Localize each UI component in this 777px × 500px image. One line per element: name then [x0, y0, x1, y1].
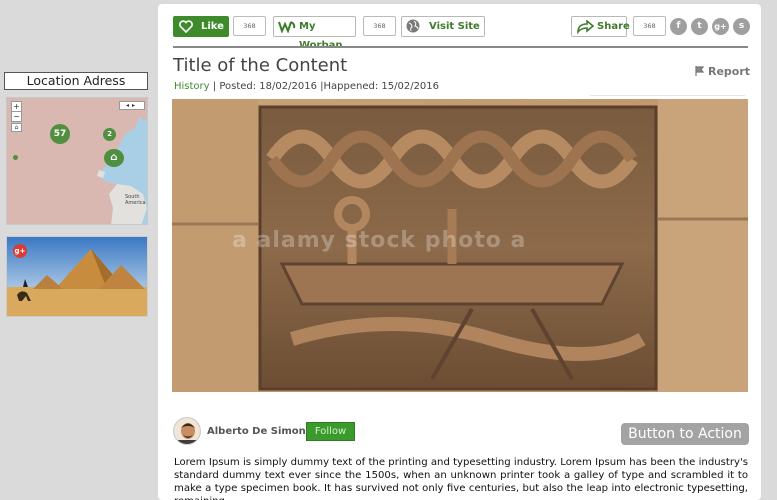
category-link[interactable]: History [174, 81, 210, 92]
worban-count: 368 [363, 16, 396, 36]
hero-image[interactable]: a alamy stock photo a [172, 99, 748, 392]
map-nav-arrows[interactable]: ◂▸ [119, 101, 145, 110]
author-name[interactable]: Alberto De Simone [207, 426, 313, 437]
like-button[interactable]: Like [173, 16, 229, 37]
twitter-icon[interactable]: t [691, 18, 708, 35]
stock-watermark: a alamy stock photo a [232, 228, 527, 253]
map-cluster-marker[interactable]: 2 [103, 128, 116, 141]
follow-button[interactable]: Follow [306, 422, 355, 441]
content-card: Like 368 My Worban 368 Visit Site Share … [158, 4, 761, 500]
toolbar-divider [173, 46, 748, 48]
map-selected-marker[interactable]: ⌂ [104, 149, 124, 167]
heart-icon [179, 20, 193, 40]
worban-label: My Worban [299, 21, 343, 51]
content-meta: History | Posted: 18/02/2016 |Happened: … [174, 81, 439, 92]
like-count: 368 [233, 16, 266, 36]
like-label: Like [201, 21, 224, 32]
map-region-label: South America [125, 194, 146, 206]
my-worban-button[interactable]: My Worban [273, 16, 356, 51]
location-map[interactable]: + − ⌂ ◂▸ 57 2 ⌂ South America [6, 97, 148, 225]
body-text: Lorem Ipsum is simply dummy text of the … [174, 457, 748, 500]
map-home-icon[interactable]: ⌂ [11, 123, 22, 132]
share-count: 368 [633, 16, 666, 36]
content-title: Title of the Content [173, 55, 348, 76]
google-plus-icon[interactable]: g+ [712, 18, 729, 35]
zoom-out-button[interactable]: − [12, 111, 21, 121]
share-icon [576, 19, 595, 41]
location-address-label: Location Adress [4, 72, 148, 90]
call-to-action-button[interactable]: Button to Action [621, 423, 749, 445]
location-photo[interactable]: g+ [6, 236, 148, 317]
pyramids-image [7, 237, 147, 316]
author-avatar[interactable] [173, 417, 201, 445]
posted-date: Posted: 18/02/2016 [219, 81, 317, 92]
action-toolbar: Like 368 My Worban 368 Visit Site Share … [173, 16, 750, 51]
share-label: Share [597, 21, 630, 32]
worban-icon [278, 20, 296, 40]
map-zoom-control[interactable]: + − [11, 101, 22, 122]
visit-site-label: Visit Site [429, 21, 480, 32]
map-pin-icon[interactable] [13, 155, 18, 160]
author-bar: Alberto De Simone Follow Button to Actio… [173, 417, 749, 447]
share-button[interactable]: Share [571, 16, 630, 37]
report-label: Report [708, 65, 751, 78]
report-button[interactable]: Report [696, 65, 750, 78]
meta-divider [590, 95, 745, 96]
facebook-icon[interactable]: f [670, 18, 687, 35]
map-cluster-marker[interactable]: 57 [50, 124, 70, 144]
zoom-in-button[interactable]: + [12, 102, 21, 111]
visit-site-button[interactable]: Visit Site [401, 16, 485, 37]
happened-date: Happened: 15/02/2016 [323, 81, 440, 92]
globe-icon [406, 19, 420, 40]
stumbleupon-icon[interactable]: s [733, 18, 750, 35]
google-plus-icon[interactable]: g+ [13, 244, 27, 258]
